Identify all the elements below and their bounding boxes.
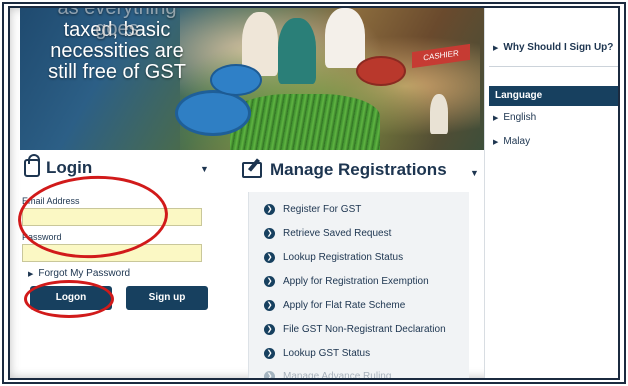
manage-advance-ruling-link[interactable]: ❯ Manage Advance Ruling [264,371,392,380]
forgot-password-link[interactable]: ▶ Forgot My Password [28,268,130,279]
annotation-oval [24,280,114,318]
list-item-label: Register For GST [283,204,362,215]
arrow-circle-icon: ❯ [264,276,275,287]
person-figure [325,8,365,68]
hero-banner: CASHIER as everything goes taxed, basic … [20,8,484,150]
page-viewport: CASHIER as everything goes taxed, basic … [8,6,620,380]
language-malay-link[interactable]: ▶ Malay [493,136,536,147]
arrow-circle-icon: ❯ [264,324,275,335]
arrow-right-icon: ▶ [28,270,34,278]
apply-flat-rate-scheme-link[interactable]: ❯ Apply for Flat Rate Scheme [264,300,405,311]
manage-registrations-title: Manage Registrations [270,160,447,179]
language-english-link[interactable]: ▶ English [493,112,536,123]
arrow-circle-icon: ❯ [264,300,275,311]
arrow-right-icon: ▶ [493,138,499,146]
basket [356,56,406,86]
forgot-password-label: Forgot My Password [38,268,131,279]
arrow-circle-icon: ❯ [264,371,275,378]
language-label: English [503,112,537,123]
vegetables [230,94,380,150]
basket [175,90,251,136]
banner-headline: as everything goes taxed, basic necessit… [42,8,192,83]
list-item-label: Lookup GST Status [283,348,371,359]
manage-registrations-heading[interactable]: Manage Registrations [242,160,447,180]
banner-line: still free of GST [48,61,186,83]
arrow-right-icon: ▶ [493,44,499,52]
apply-registration-exemption-link[interactable]: ❯ Apply for Registration Exemption [264,276,429,287]
lock-icon [24,154,40,177]
list-item-label: Apply for Flat Rate Scheme [283,300,406,311]
basket [210,64,262,96]
language-heading: Language [489,86,618,106]
why-sign-up-link[interactable]: ▶ Why Should I Sign Up? [493,42,613,53]
arrow-circle-icon: ❯ [264,252,275,263]
arrow-circle-icon: ❯ [264,228,275,239]
why-sign-up-label: Why Should I Sign Up? [503,42,614,53]
arrow-circle-icon: ❯ [264,204,275,215]
right-sidebar: ▶ Why Should I Sign Up? Language ▶ Engli… [484,8,618,378]
register-for-gst-link[interactable]: ❯ Register For GST [264,204,361,215]
banner-line: necessities are [50,40,184,62]
list-item-label: File GST Non-Registrant Declaration [283,324,446,335]
language-list: ▶ English ▶ Malay [493,112,536,160]
list-item-label: Manage Advance Ruling [283,371,392,380]
lookup-gst-status-link[interactable]: ❯ Lookup GST Status [264,348,370,359]
login-title: Login [46,158,93,177]
chevron-down-icon[interactable]: ▼ [200,164,209,174]
person-figure [278,18,316,84]
list-item-label: Lookup Registration Status [283,252,404,263]
login-heading[interactable]: Login [24,154,93,178]
person-figure [430,94,448,134]
file-non-registrant-declaration-link[interactable]: ❯ File GST Non-Registrant Declaration [264,324,446,335]
banner-line: as everything goes [57,8,177,40]
language-label: Malay [503,136,531,147]
edit-icon [242,162,262,178]
sign-up-button[interactable]: Sign up [126,286,208,310]
arrow-circle-icon: ❯ [264,348,275,359]
why-sign-up-box: ▶ Why Should I Sign Up? [489,32,618,67]
list-item-label: Apply for Registration Exemption [283,276,429,287]
arrow-right-icon: ▶ [493,114,499,122]
list-item-label: Retrieve Saved Request [283,228,392,239]
lookup-registration-status-link[interactable]: ❯ Lookup Registration Status [264,252,403,263]
chevron-down-icon[interactable]: ▼ [470,168,479,178]
retrieve-saved-request-link[interactable]: ❯ Retrieve Saved Request [264,228,391,239]
manage-registrations-panel: Manage Registrations ▼ ❯ Register For GS… [238,154,484,380]
